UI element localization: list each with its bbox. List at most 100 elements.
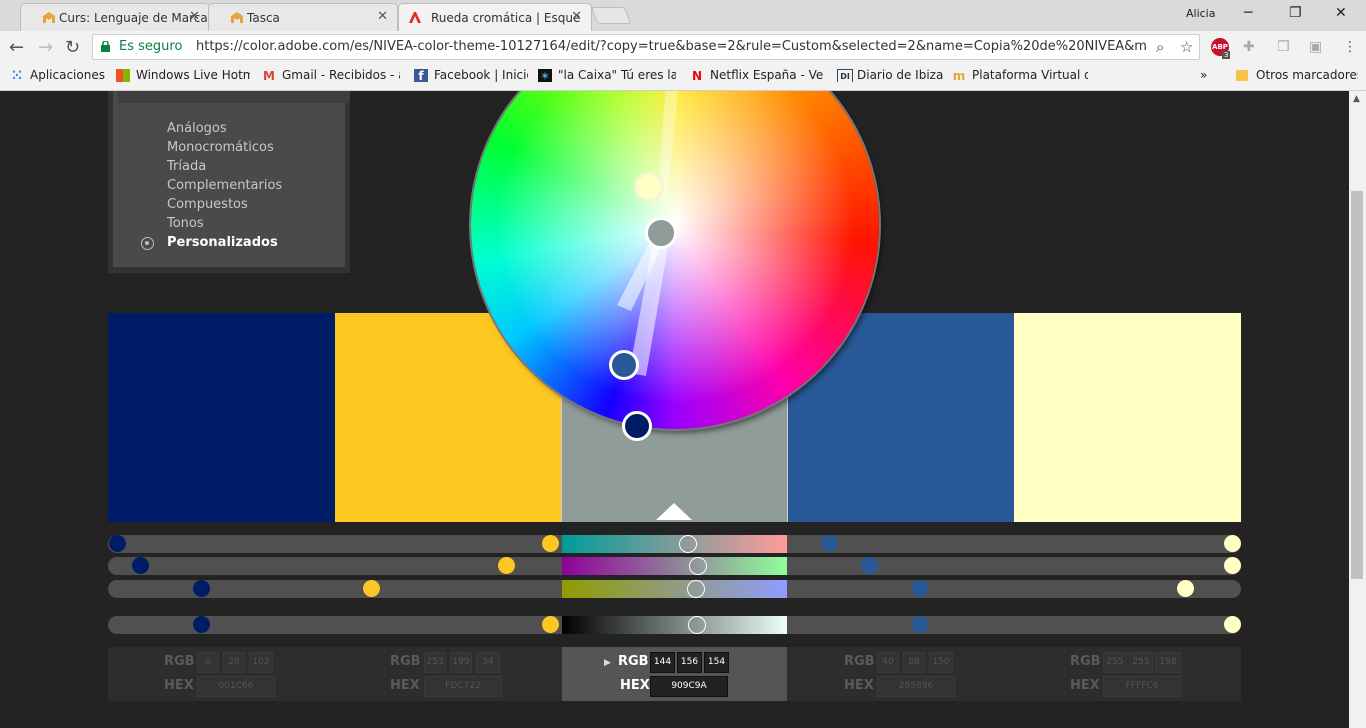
slider-dot[interactable] — [1224, 557, 1241, 574]
brightness-slider-handle[interactable] — [688, 616, 706, 634]
wheel-handle-1[interactable] — [622, 411, 652, 441]
hex-value[interactable]: 285896 — [877, 676, 955, 697]
bookmark-plataforma[interactable]: m Plataforma Virtual d'E — [952, 68, 1088, 82]
star-icon[interactable]: ☆ — [1180, 38, 1193, 56]
slider-dot[interactable] — [109, 535, 126, 552]
restore-icon[interactable]: ❐ — [1289, 5, 1302, 21]
g-value[interactable]: 28 — [223, 652, 245, 673]
radio-selected-icon[interactable] — [141, 237, 154, 250]
slider-dot[interactable] — [363, 580, 380, 597]
rgb-label: RGB — [164, 654, 195, 669]
bookmark-facebook[interactable]: f Facebook | Inicio — [414, 68, 528, 82]
extension-copy-icon[interactable]: ❐ — [1277, 39, 1290, 55]
reload-icon[interactable]: ↻ — [65, 37, 80, 58]
slider-dot[interactable] — [498, 557, 515, 574]
tab-rueda-cromatica[interactable]: Rueda cromática | Esque ✕ — [398, 3, 592, 31]
hex-label: HEX — [390, 678, 420, 693]
slider-dot[interactable] — [911, 616, 928, 633]
rgb-label: RGB — [844, 654, 875, 669]
tab-tasca[interactable]: Tasca ✕ — [208, 3, 398, 31]
expand-triangle-icon[interactable]: ▶ — [604, 658, 611, 668]
profile-name[interactable]: Alicia — [1186, 7, 1215, 20]
blue-slider-handle[interactable] — [687, 580, 705, 598]
search-icon[interactable]: ⌕ — [1156, 38, 1164, 56]
bookmarks-overflow[interactable]: » — [1200, 68, 1207, 82]
rule-triada[interactable]: Tríada — [167, 159, 206, 174]
rule-compuestos[interactable]: Compuestos — [167, 197, 248, 212]
r-value[interactable]: 255 — [1103, 652, 1127, 673]
r-value[interactable]: 144 — [650, 652, 675, 673]
minimize-icon[interactable]: ─ — [1244, 5, 1252, 21]
folder-icon — [1236, 70, 1248, 81]
b-value[interactable]: 102 — [249, 652, 273, 673]
rule-complementarios[interactable]: Complementarios — [167, 178, 282, 193]
scrollbar-thumb[interactable] — [1351, 191, 1363, 579]
window-close-icon[interactable]: ✕ — [1335, 5, 1347, 21]
slider-dot[interactable] — [911, 580, 928, 597]
bookmark-other[interactable]: Otros marcadores — [1236, 68, 1358, 82]
hex-value[interactable]: 909C9A — [650, 676, 728, 697]
hex-value[interactable]: FDC722 — [424, 676, 502, 697]
red-slider-handle[interactable] — [679, 535, 697, 553]
forward-icon[interactable]: → — [38, 37, 53, 58]
close-icon[interactable]: ✕ — [189, 9, 200, 24]
slider-dot[interactable] — [132, 557, 149, 574]
scroll-up-icon[interactable]: ▲ — [1353, 94, 1360, 104]
g-value[interactable]: 88 — [903, 652, 925, 673]
bookmark-gmail[interactable]: M Gmail - Recibidos - al — [262, 68, 400, 82]
close-icon[interactable]: ✕ — [571, 9, 582, 24]
blue-slider[interactable] — [562, 580, 787, 598]
rule-tonos[interactable]: Tonos — [167, 216, 204, 231]
color-swatch-1[interactable] — [108, 313, 335, 522]
scrollbar[interactable]: ▲ — [1349, 91, 1366, 728]
g-value[interactable]: 199 — [450, 652, 472, 673]
bookmark-apps[interactable]: ⁙ Aplicaciones — [10, 68, 110, 82]
wheel-handle-base[interactable] — [645, 217, 677, 249]
slider-dot[interactable] — [1224, 535, 1241, 552]
rule-analogos[interactable]: Análogos — [167, 121, 227, 136]
bookmark-label: Otros marcadores — [1256, 68, 1358, 82]
hex-label: HEX — [620, 678, 650, 693]
extension-pdf-icon[interactable]: ▣ — [1309, 39, 1322, 55]
color-swatch-5[interactable] — [1014, 313, 1241, 522]
slider-dot[interactable] — [1177, 580, 1194, 597]
rule-personalizados[interactable]: Personalizados — [167, 235, 278, 250]
slider-dot[interactable] — [861, 557, 878, 574]
b-value[interactable]: 198 — [1155, 652, 1181, 673]
rule-monocromaticos[interactable]: Monocromáticos — [167, 140, 274, 155]
bookmark-diario[interactable]: DI Diario de Ibiza — [837, 68, 947, 82]
slider-dot[interactable] — [542, 616, 559, 633]
url-text[interactable]: https://color.adobe.com/es/NIVEA-color-t… — [196, 39, 1146, 54]
hex-value[interactable]: FFFFC6 — [1103, 676, 1181, 697]
r-value[interactable]: 40 — [877, 652, 899, 673]
slider-dot[interactable] — [193, 580, 210, 597]
extension-plus-icon[interactable]: ✚ — [1243, 39, 1255, 55]
r-value[interactable]: 253 — [424, 652, 446, 673]
slider-dot[interactable] — [193, 616, 210, 633]
r-value[interactable]: 0 — [197, 652, 219, 673]
wheel-handle-5[interactable] — [634, 172, 664, 202]
slider-dot[interactable] — [1224, 616, 1241, 633]
menu-icon[interactable]: ⋮ — [1343, 39, 1357, 55]
g-value[interactable]: 156 — [677, 652, 702, 673]
bookmark-netflix[interactable]: N Netflix España - Ver s — [690, 68, 824, 82]
red-slider[interactable] — [562, 535, 787, 553]
green-slider-handle[interactable] — [689, 557, 707, 575]
new-tab-button[interactable] — [590, 7, 632, 24]
slider-dot[interactable] — [821, 535, 838, 552]
b-value[interactable]: 34 — [476, 652, 500, 673]
close-icon[interactable]: ✕ — [377, 9, 388, 24]
g-value[interactable]: 255 — [1129, 652, 1153, 673]
tab-curs[interactable]: Curs: Lenguaje de Marca ✕ — [20, 3, 210, 31]
bookmark-windows-live[interactable]: Windows Live Hotma — [116, 68, 250, 82]
address-bar[interactable]: Es seguro https://color.adobe.com/es/NIV… — [92, 34, 1200, 60]
wheel-handle-4[interactable] — [609, 350, 639, 380]
slider-dot[interactable] — [542, 535, 559, 552]
back-icon[interactable]: ← — [9, 37, 24, 58]
b-value[interactable]: 150 — [929, 652, 953, 673]
b-value[interactable]: 154 — [704, 652, 729, 673]
hex-value[interactable]: 001C66 — [197, 676, 275, 697]
bookmark-lacaixa[interactable]: ✶ "la Caixa" Tú eres la e — [538, 68, 676, 82]
brightness-slider[interactable] — [562, 616, 787, 634]
green-slider[interactable] — [562, 557, 787, 575]
